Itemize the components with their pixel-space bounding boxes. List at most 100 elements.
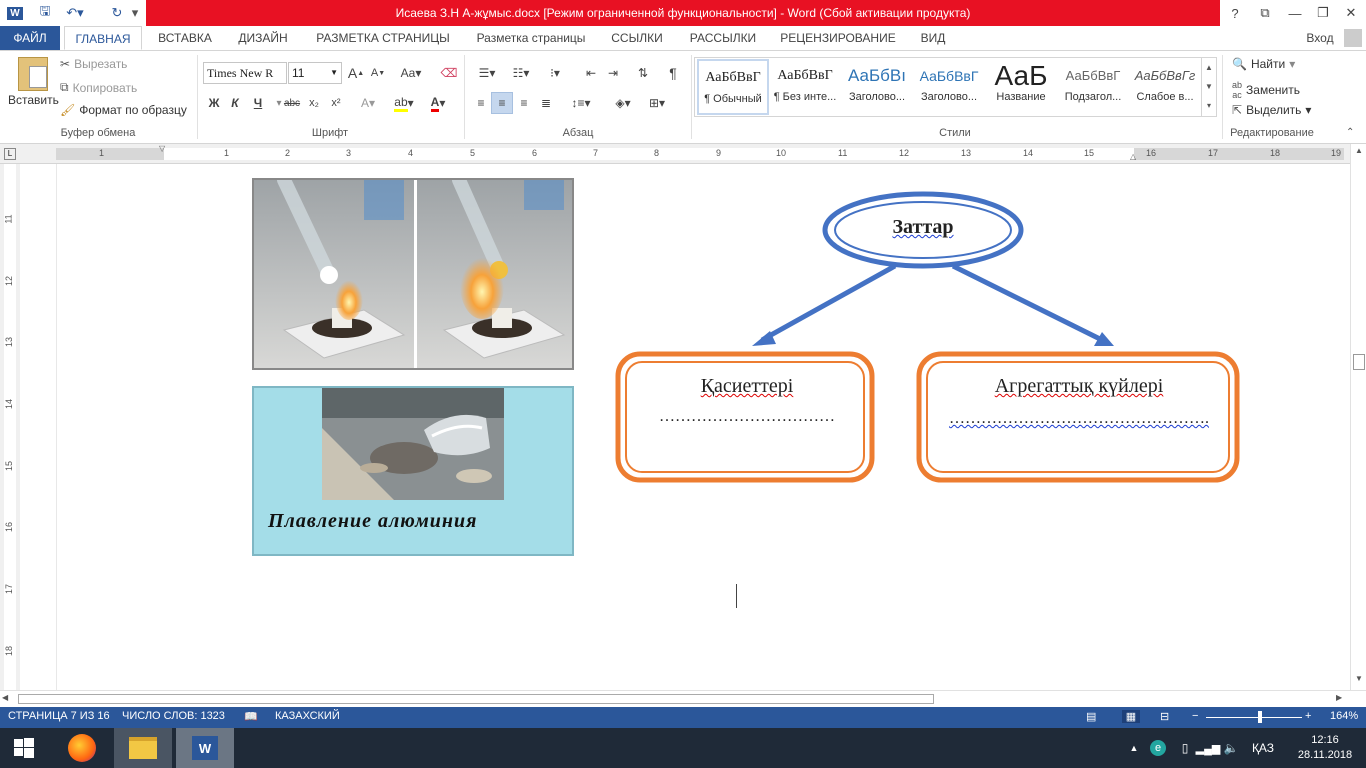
align-right-icon[interactable]: ≡ (513, 92, 535, 114)
input-language[interactable]: ҚАЗ (1248, 728, 1278, 768)
word-app-icon[interactable]: W (4, 3, 26, 23)
read-mode-icon[interactable]: ▤ (1086, 710, 1096, 723)
style-heading-1[interactable]: АаБбВı Заголово... (841, 59, 913, 115)
grow-font-button[interactable]: A ▲ (345, 62, 367, 84)
tab-file[interactable]: ФАЙЛ (0, 26, 60, 50)
italic-button[interactable]: К (224, 92, 246, 114)
style-subtle-emphasis[interactable]: АаБбВвГг Слабое в... (1129, 59, 1201, 115)
tab-mailings[interactable]: РАССЫЛКИ (680, 26, 766, 50)
right-node-title[interactable]: Агрегаттық күйлері (920, 375, 1238, 398)
customize-qat-icon[interactable]: ▾ (124, 3, 146, 23)
web-layout-icon[interactable]: ⊟ (1160, 710, 1169, 723)
format-painter-button[interactable]: 🖌 Формат по образцу (60, 103, 187, 117)
help-button[interactable]: ? (1220, 0, 1250, 26)
root-node-label[interactable]: Заттар (873, 216, 973, 239)
align-left-icon[interactable]: ≡ (470, 92, 492, 114)
borders-icon[interactable]: ⊞▾ (642, 92, 672, 114)
language-indicator[interactable]: КАЗАХСКИЙ (275, 710, 340, 722)
left-node-title[interactable]: Қасиеттері (620, 375, 874, 398)
right-node-dots[interactable]: …………………………………………. (920, 410, 1238, 428)
tab-page-layout[interactable]: РАЗМЕТКА СТРАНИЦЫ (306, 26, 460, 50)
superscript-button[interactable]: x² (325, 92, 347, 114)
paste-button[interactable]: Вставить (8, 57, 59, 107)
tab-design[interactable]: ДИЗАЙН (228, 26, 298, 50)
document-page[interactable]: Плавление алюминия Заттар Қасиеттері ………… (20, 164, 1350, 690)
style-heading-2[interactable]: АаБбВвГ Заголово... (913, 59, 985, 115)
print-layout-icon[interactable]: ▦ (1122, 710, 1140, 723)
indent-marker-icon[interactable]: ▽ (159, 144, 165, 153)
scroll-right-icon[interactable]: ▶ (1336, 693, 1342, 702)
scroll-up-icon[interactable]: ▲ (1353, 146, 1365, 158)
horizontal-ruler[interactable]: L ▽ △ 1 1 2 3 4 5 6 7 8 9 10 11 12 13 14… (0, 144, 1366, 164)
copy-button[interactable]: ⧉ Копировать (60, 80, 137, 95)
text-effects-icon[interactable]: A▾ (357, 92, 379, 114)
font-size-input[interactable]: 11 ▼ (288, 62, 342, 84)
zoom-slider[interactable] (1206, 717, 1302, 718)
photo-burning-test-tubes[interactable] (252, 173, 574, 370)
page-indicator[interactable]: СТРАНИЦА 7 ИЗ 16 (8, 710, 110, 722)
file-explorer-icon[interactable] (114, 728, 172, 768)
zoom-out-icon[interactable]: − (1192, 710, 1198, 722)
sort-icon[interactable]: ⇅ (632, 62, 654, 84)
scroll-thumb[interactable] (1353, 354, 1365, 370)
windows-start-icon[interactable] (0, 728, 48, 768)
save-icon[interactable]: 🖫 (34, 3, 56, 23)
firefox-icon[interactable] (60, 728, 104, 768)
battery-icon[interactable]: ▯ (1176, 728, 1194, 768)
tab-page-layout-2[interactable]: Разметка страницы (468, 26, 594, 50)
font-name-input[interactable]: Times New R (203, 62, 287, 84)
vertical-scrollbar[interactable]: ▲ ▼ (1350, 144, 1366, 690)
numbering-icon[interactable]: ☷▾ (506, 62, 536, 84)
style-title[interactable]: АаБ Название (985, 59, 1057, 115)
bold-button[interactable]: Ж (203, 92, 225, 114)
volume-icon[interactable]: 🔈 (1222, 728, 1240, 768)
bullets-icon[interactable]: ☰▾ (472, 62, 502, 84)
change-case-button[interactable]: Aa ▾ (396, 62, 426, 84)
user-avatar-icon[interactable] (1340, 26, 1366, 50)
replace-button[interactable]: ab ac Заменить (1232, 80, 1300, 100)
multilevel-list-icon[interactable]: ⁝▾ (540, 62, 570, 84)
style-no-spacing[interactable]: АаБбВвГ ¶ Без инте... (769, 59, 841, 115)
signin-link[interactable]: Вход (1300, 26, 1340, 50)
ribbon-display-options-icon[interactable]: ⧉ (1250, 0, 1280, 26)
vertical-ruler[interactable]: 11 12 13 14 15 16 17 18 (0, 164, 20, 690)
shading-icon[interactable]: ◈▾ (608, 92, 638, 114)
strikethrough-button[interactable]: abc (281, 92, 303, 114)
styles-scroll[interactable]: ▲ ▼ ▾ (1201, 58, 1216, 116)
maximize-button[interactable]: ❐ (1308, 0, 1338, 26)
word-taskbar-icon[interactable]: W (176, 728, 234, 768)
zoom-level[interactable]: 164% (1330, 710, 1358, 722)
clock[interactable]: 12:16 28.11.2018 (1290, 728, 1360, 768)
subscript-button[interactable]: x₂ (303, 92, 325, 114)
scroll-left-icon[interactable]: ◀ (2, 693, 8, 702)
tab-review[interactable]: РЕЦЕНЗИРОВАНИЕ (774, 26, 902, 50)
style-subtitle[interactable]: АаБбВвГ Подзагол... (1057, 59, 1129, 115)
increase-indent-icon[interactable]: ⇥ (602, 62, 624, 84)
word-count[interactable]: ЧИСЛО СЛОВ: 1323 (122, 710, 225, 722)
justify-icon[interactable]: ≣ (535, 92, 557, 114)
tab-home[interactable]: ГЛАВНАЯ (64, 26, 142, 50)
show-hidden-icons[interactable]: ▲ (1126, 728, 1142, 768)
tab-view[interactable]: ВИД (910, 26, 956, 50)
tab-references[interactable]: ССЫЛКИ (602, 26, 672, 50)
scroll-down-icon[interactable]: ▼ (1353, 674, 1365, 686)
find-button[interactable]: 🔍 Найти ▾ (1232, 57, 1295, 71)
network-icon[interactable]: ▂▄▆ (1196, 728, 1221, 768)
style-normal[interactable]: АаБбВвГ ¶ Обычный (697, 59, 769, 115)
select-button[interactable]: ⇱ Выделить ▾ (1232, 103, 1311, 117)
photo-aluminium-melting[interactable]: Плавление алюминия (252, 386, 574, 556)
collapse-ribbon-icon[interactable]: ⌃ (1346, 127, 1354, 138)
right-indent-marker-icon[interactable]: △ (1130, 152, 1136, 161)
proofing-icon[interactable]: 📖 (244, 710, 258, 723)
font-color-icon[interactable]: A ▾ (424, 92, 452, 114)
clear-formatting-icon[interactable]: ⌫ (438, 62, 460, 84)
zoom-in-icon[interactable]: + (1305, 710, 1311, 722)
shrink-font-button[interactable]: A ▼ (367, 62, 389, 84)
cut-button[interactable]: ✂ Вырезать (60, 57, 127, 71)
underline-button[interactable]: Ч (247, 92, 269, 114)
line-spacing-icon[interactable]: ↕≡▾ (566, 92, 596, 114)
align-center-icon[interactable]: ≡ (491, 92, 513, 114)
horizontal-scrollbar[interactable]: ◀ ▶ (0, 690, 1366, 707)
highlight-color-icon[interactable]: ab ▾ (390, 92, 418, 114)
tab-insert[interactable]: ВСТАВКА (150, 26, 220, 50)
